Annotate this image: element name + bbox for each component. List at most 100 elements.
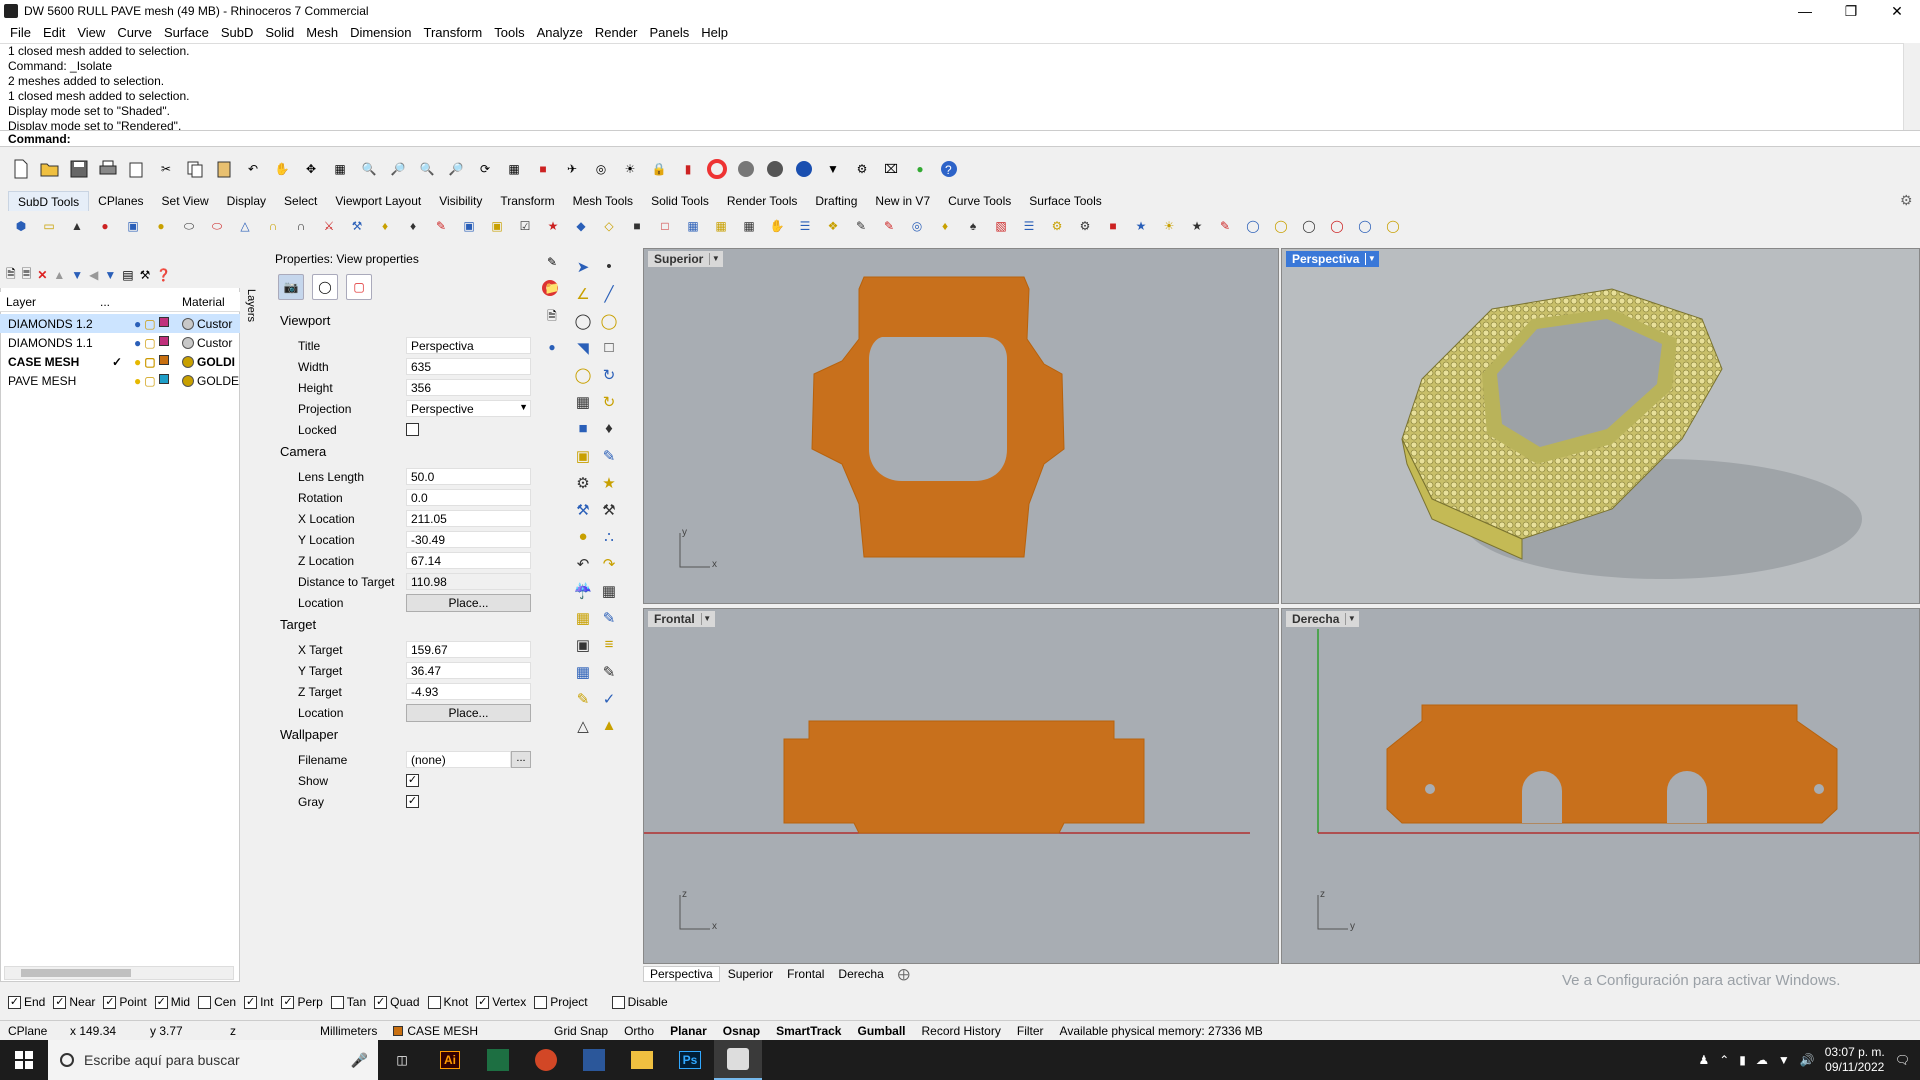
dimension-icon[interactable]: ⌧ [878,156,904,182]
maximize-icon[interactable]: ❐ [1828,0,1874,22]
layer-row[interactable]: PAVE MESH ● ▢ GOLDE [0,371,240,390]
word-icon[interactable] [570,1040,618,1080]
y-target-field[interactable]: 36.47 [406,662,531,679]
filter-toggle[interactable]: Filter [1009,1024,1052,1038]
palette-tool-icon[interactable]: ✎ [598,609,620,631]
settings-gear-icon[interactable]: ⚙ [1900,192,1913,209]
layer-icon[interactable]: ▮ [675,156,701,182]
lock-icon[interactable]: ▢ [144,374,155,388]
subd-tool-icon[interactable]: ◯ [1268,213,1294,239]
subd-tool-icon[interactable]: ∩ [288,213,314,239]
subd-tool-icon[interactable]: ▣ [456,213,482,239]
subd-tool-icon[interactable]: ◎ [904,213,930,239]
illustrator-icon[interactable]: Ai [426,1040,474,1080]
undo-icon[interactable]: ↶ [240,156,266,182]
camera-place-button[interactable]: Place... [406,593,531,612]
menu-panels[interactable]: Panels [643,25,695,40]
material-column-header[interactable]: Material [182,295,225,309]
battery-icon[interactable]: ▮ [1739,1053,1746,1067]
subd-tool-icon[interactable]: ▦ [736,213,762,239]
help-icon[interactable]: ? [936,156,962,182]
subd-tool-icon[interactable]: △ [232,213,258,239]
subd-tool-icon[interactable]: ✎ [1212,213,1238,239]
menu-curve[interactable]: Curve [111,25,158,40]
task-view-icon[interactable]: ◫ [378,1040,426,1080]
snap-icon[interactable]: ◎ [588,156,614,182]
subd-tool-icon[interactable]: ◯ [1240,213,1266,239]
rhino-taskbar-icon[interactable] [714,1040,762,1080]
osnap-vertex[interactable]: ✓ Vertex [476,995,526,1009]
notifications-icon[interactable]: 🗨 [1895,1053,1910,1067]
palette-tool-icon[interactable]: ▦ [572,393,594,415]
vp-tab-perspectiva[interactable]: Perspectiva [643,966,720,982]
add-viewport-icon[interactable]: ⨁ [892,967,916,981]
pan-icon[interactable]: ✋ [269,156,295,182]
palette-tool-icon[interactable]: ↻ [598,366,620,388]
subd-tool-icon[interactable]: ▦ [708,213,734,239]
lightbulb-icon[interactable]: ● [134,355,141,369]
subd-tool-icon[interactable]: ☀ [1156,213,1182,239]
osnap-checkbox[interactable]: ✓ [244,995,258,1009]
plane-icon[interactable]: ✈ [559,156,585,182]
network-icon[interactable]: ▼ [1778,1053,1790,1067]
subd-tool-icon[interactable]: ♦ [372,213,398,239]
camera-icon[interactable]: 📷 [278,274,304,300]
rendered-sphere-icon[interactable] [762,156,788,182]
grid-snap-toggle[interactable]: Grid Snap [546,1024,616,1038]
smarttrack-toggle[interactable]: SmartTrack [768,1024,849,1038]
palette-tool-icon[interactable]: ★ [598,474,620,496]
subd-tool-icon[interactable]: ⚙ [1044,213,1070,239]
viewport-frame-icon[interactable]: ▢ [346,274,372,300]
gray-checkbox[interactable]: ✓ [406,795,419,808]
file-explorer-icon[interactable] [618,1040,666,1080]
history-scrollbar[interactable] [1903,43,1920,130]
export-icon[interactable] [124,156,150,182]
osnap-checkbox[interactable]: ✓ [154,995,168,1009]
palette-tool-icon[interactable]: ╱ [598,285,620,307]
palette-tool-icon[interactable]: • [598,258,620,280]
subd-tool-icon[interactable]: ▣ [120,213,146,239]
tab-drafting[interactable]: Drafting [806,191,866,211]
osnap-near[interactable]: ✓ Near [53,995,95,1009]
osnap-checkbox[interactable] [427,995,441,1009]
osnap-end[interactable]: ✓ End [8,995,45,1009]
osnap-checkbox[interactable] [198,995,212,1009]
filter-icon[interactable]: ▼ [820,156,846,182]
tab-display[interactable]: Display [218,191,275,211]
vp-tab-superior[interactable]: Superior [722,967,779,981]
close-icon[interactable]: ✕ [1874,0,1920,22]
menu-view[interactable]: View [71,25,111,40]
subd-tool-icon[interactable]: □ [652,213,678,239]
osnap-checkbox[interactable] [611,995,625,1009]
clock[interactable]: 03:07 p. m. 09/11/2022 [1825,1045,1885,1075]
subd-tool-icon[interactable]: ✎ [848,213,874,239]
osnap-checkbox[interactable]: ✓ [53,995,67,1009]
osnap-checkbox[interactable] [330,995,344,1009]
lock-icon[interactable]: ▢ [144,317,155,331]
subd-tool-icon[interactable]: ■ [624,213,650,239]
subd-tool-icon[interactable]: ⬭ [204,213,230,239]
menu-mesh[interactable]: Mesh [300,25,344,40]
menu-solid[interactable]: Solid [259,25,300,40]
menu-analyze[interactable]: Analyze [531,25,589,40]
filename-field[interactable]: (none) [406,751,511,768]
layer-color-swatch[interactable] [158,354,169,365]
layer-material[interactable]: GOLDE [182,374,240,388]
palette-tool-icon[interactable]: ● [572,528,594,550]
palette-tool-icon[interactable]: ➤ [572,258,594,280]
distance-field[interactable]: 110.98 [406,573,531,590]
zoom-window-icon[interactable]: 🔎 [385,156,411,182]
menu-render[interactable]: Render [589,25,644,40]
subd-tool-icon[interactable]: ◆ [568,213,594,239]
layer-row[interactable]: CASE MESH ✓ ● ▢ GOLDI [0,352,240,371]
subd-tool-icon[interactable]: ▭ [36,213,62,239]
width-field[interactable]: 635 [406,358,531,375]
viewport-perspectiva[interactable]: Perspectiva ▼ [1281,248,1920,604]
subd-tool-icon[interactable]: ▦ [680,213,706,239]
shaded-sphere-icon[interactable] [733,156,759,182]
osnap-mid[interactable]: ✓ Mid [154,995,190,1009]
projection-select[interactable]: Perspective ▼ [406,400,531,417]
palette-tool-icon[interactable]: ▣ [572,636,594,658]
title-field[interactable]: Perspectiva [406,337,531,354]
palette-tool-icon[interactable]: ↶ [572,555,594,577]
